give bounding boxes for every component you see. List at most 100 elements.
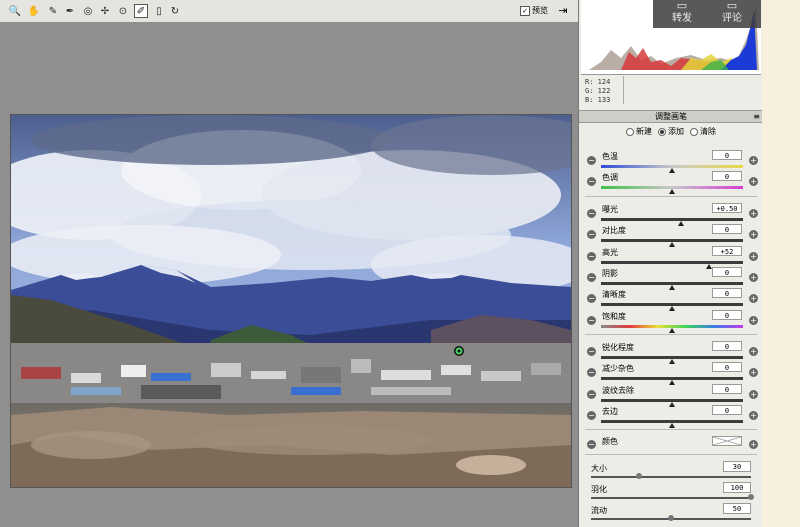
color-sampler-icon[interactable]: ✒ [63,4,77,18]
brush-track[interactable] [591,494,754,500]
brush-value-field[interactable]: 100 [723,482,751,493]
slider-value-field[interactable]: 0 [712,150,742,160]
plus-icon[interactable]: + [749,368,758,378]
slider-value-field[interactable]: 0 [712,383,742,394]
plus-icon[interactable]: + [749,209,758,218]
minus-icon[interactable]: − [587,230,596,240]
minus-icon[interactable]: − [587,389,596,399]
brush-thumb[interactable] [668,515,674,521]
gradient-icon[interactable]: ▯ [152,4,166,18]
slider-value-field[interactable]: 0 [712,309,742,320]
plus-icon[interactable]: + [749,177,758,186]
checkbox-icon[interactable]: ✓ [520,5,530,16]
photo-preview[interactable] [10,114,572,488]
minus-icon[interactable]: − [587,272,596,282]
plus-icon[interactable]: + [749,440,758,449]
slider-value-field[interactable]: 0 [712,266,742,277]
slider-label: 曝光 [602,205,618,214]
slider-thumb[interactable] [669,189,675,194]
brush-track[interactable] [591,515,751,521]
minus-icon[interactable]: − [587,209,596,218]
panel-title: 调整画笔 [655,112,687,121]
plus-icon[interactable]: + [749,294,758,304]
brush-row: 流动 50 [579,503,763,524]
radio-icon[interactable] [626,127,634,136]
slider-track[interactable] [601,398,743,407]
radio-icon[interactable] [658,127,666,136]
exit-icon[interactable]: ⇥ [556,4,570,18]
color-swatch[interactable] [712,436,742,446]
minus-icon[interactable]: − [587,347,596,356]
panel-menu-icon[interactable]: ≡ [753,111,760,122]
brush-thumb[interactable] [636,473,642,479]
zoom-icon[interactable]: 🔍 [8,4,22,18]
brush-value-field[interactable]: 50 [723,503,751,514]
slider-track[interactable] [601,377,743,386]
slider-thumb[interactable] [669,327,675,333]
slider-value-field[interactable]: 0 [712,171,742,181]
rotate-icon[interactable]: ↻ [168,4,182,18]
plus-icon[interactable]: + [749,389,758,399]
brush-label: 流动 [591,506,607,515]
slider-track[interactable] [601,419,743,428]
plus-icon[interactable]: + [749,251,758,261]
share-icon: ▭ [676,0,688,12]
slider-label: 减少杂色 [602,364,634,374]
mode-option[interactable]: 新建 [626,126,652,137]
slider-label: 色温 [602,152,618,161]
minus-icon[interactable]: − [587,177,596,186]
slider-track[interactable] [601,218,743,226]
red-eye-icon[interactable]: ⊙ [116,4,130,18]
minus-icon[interactable]: − [587,368,596,378]
plus-icon[interactable]: + [749,347,758,356]
brush-icon[interactable]: ✐ [134,4,148,18]
mode-option[interactable]: 清除 [690,126,716,137]
slider-track[interactable] [601,281,743,290]
spot-icon[interactable]: ✢ [98,4,112,18]
slider-value-field[interactable]: 0 [712,224,742,235]
slider-value-field[interactable]: +52 [712,245,742,256]
slider-track[interactable] [601,356,743,364]
hand-icon[interactable]: ✋ [27,4,41,18]
plus-icon[interactable]: + [749,230,758,240]
slider-track[interactable] [601,165,743,173]
preview-checkbox[interactable]: ✓ 预览 [520,5,548,16]
slider-track[interactable] [601,324,743,333]
plus-icon[interactable]: + [749,410,758,420]
share-label: 转发 [672,13,692,24]
plus-icon[interactable]: + [749,272,758,282]
minus-icon[interactable]: − [587,156,596,165]
plus-icon[interactable]: + [749,315,758,325]
slider-value-field[interactable]: +0.50 [712,203,742,213]
slider-value-field[interactable]: 0 [712,341,742,351]
minus-icon[interactable]: − [587,315,596,325]
slider-value-field[interactable]: 0 [712,288,742,299]
comment-button[interactable]: ▭ 评论 [707,0,757,28]
minus-icon[interactable]: − [587,440,596,449]
brush-track[interactable] [591,473,751,479]
slider-track[interactable] [601,239,743,248]
slider-row: − 阴影 0 + [579,266,763,290]
brush-mode-group: 新建 添加 清除 [579,126,763,137]
minus-icon[interactable]: − [587,251,596,261]
plus-icon[interactable]: + [749,156,758,165]
minus-icon[interactable]: − [587,294,596,304]
share-button[interactable]: ▭ 转发 [657,0,707,28]
target-icon[interactable]: ◎ [81,4,95,18]
slider-row: − 对比度 0 + [579,224,763,248]
slider-track[interactable] [601,303,743,312]
brush-value-field[interactable]: 30 [723,461,751,472]
divider [585,334,757,335]
brush-thumb[interactable] [748,494,754,500]
slider-thumb[interactable] [669,422,675,428]
slider-track[interactable] [601,260,743,269]
slider-label: 对比度 [602,226,626,236]
slider-track[interactable] [601,186,743,194]
mode-option[interactable]: 添加 [658,126,684,137]
slider-value-field[interactable]: 0 [712,404,742,415]
slider-label: 锐化程度 [602,343,634,352]
eyedropper-icon[interactable]: ✎ [46,4,60,18]
radio-icon[interactable] [690,127,698,136]
slider-value-field[interactable]: 0 [712,362,742,373]
minus-icon[interactable]: − [587,410,596,420]
